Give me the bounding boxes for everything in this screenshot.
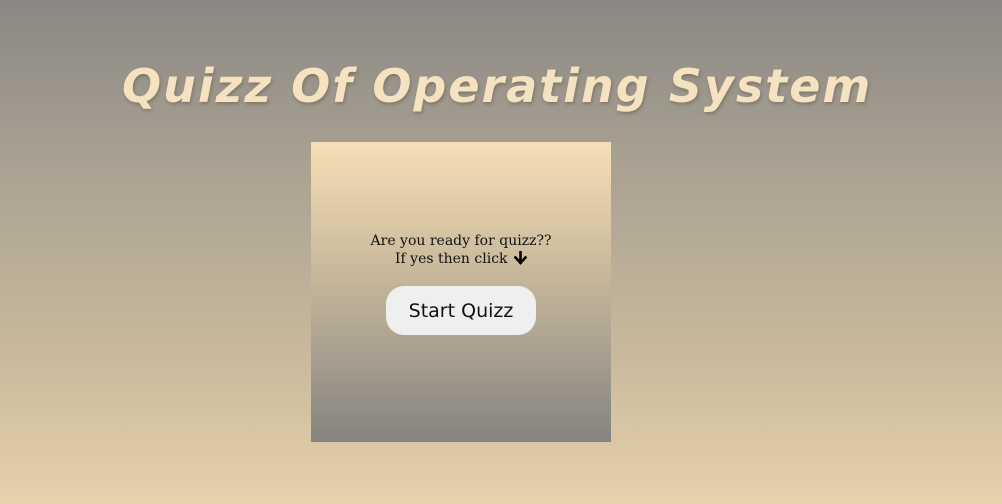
ready-prompt: Are you ready for quizz?? If yes then cl…: [371, 232, 552, 270]
quiz-start-card: Are you ready for quizz?? If yes then cl…: [311, 142, 611, 442]
ready-question-text: Are you ready for quizz??: [370, 233, 552, 249]
click-instruction-line: If yes then click: [371, 250, 552, 270]
arrow-down-icon: [513, 250, 528, 270]
start-quiz-button[interactable]: Start Quizz: [386, 286, 536, 335]
click-instruction-text: If yes then click: [395, 251, 508, 267]
page-title: Quizz Of Operating System: [122, 59, 873, 113]
